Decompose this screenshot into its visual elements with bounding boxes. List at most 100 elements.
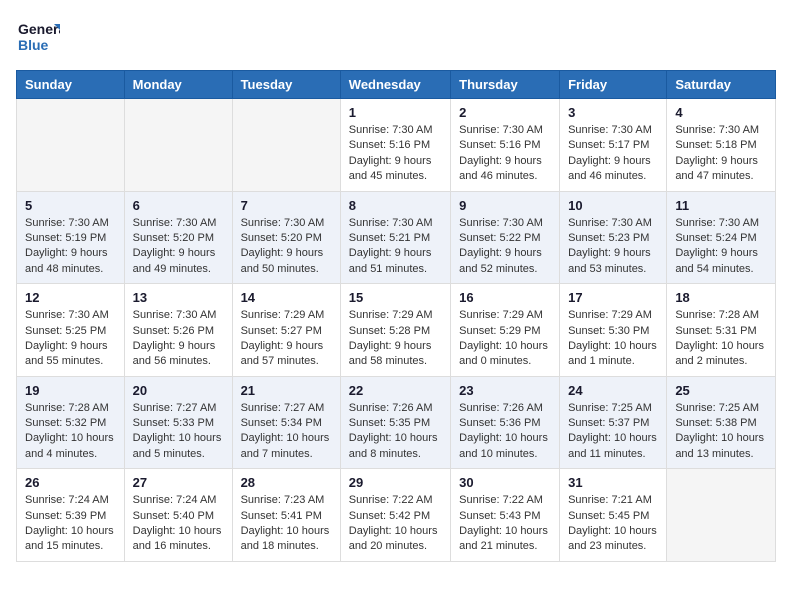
col-thursday: Thursday <box>451 71 560 99</box>
day-number: 20 <box>133 383 224 398</box>
table-row: 7 Sunrise: 7:30 AM Sunset: 5:20 PM Daylig… <box>232 191 340 284</box>
day-info: Sunrise: 7:29 AM Sunset: 5:28 PM Dayligh… <box>349 308 442 370</box>
day-info: Sunrise: 7:30 AM Sunset: 5:24 PM Dayligh… <box>675 216 767 278</box>
day-number: 4 <box>675 105 767 120</box>
table-row <box>17 99 125 192</box>
table-row: 30 Sunrise: 7:22 AM Sunset: 5:43 PM Dayli… <box>451 469 560 562</box>
day-number: 14 <box>241 290 332 305</box>
day-info: Sunrise: 7:25 AM Sunset: 5:37 PM Dayligh… <box>568 401 658 463</box>
day-info: Sunrise: 7:25 AM Sunset: 5:38 PM Dayligh… <box>675 401 767 463</box>
table-row: 16 Sunrise: 7:29 AM Sunset: 5:29 PM Dayli… <box>451 284 560 377</box>
day-number: 3 <box>568 105 658 120</box>
table-row <box>232 99 340 192</box>
table-row: 9 Sunrise: 7:30 AM Sunset: 5:22 PM Daylig… <box>451 191 560 284</box>
svg-text:General: General <box>18 21 60 37</box>
logo: General Blue <box>16 16 60 60</box>
calendar-week-3: 12 Sunrise: 7:30 AM Sunset: 5:25 PM Dayli… <box>17 284 776 377</box>
table-row: 6 Sunrise: 7:30 AM Sunset: 5:20 PM Daylig… <box>124 191 232 284</box>
table-row: 21 Sunrise: 7:27 AM Sunset: 5:34 PM Dayli… <box>232 376 340 469</box>
day-number: 28 <box>241 475 332 490</box>
day-number: 9 <box>459 198 551 213</box>
table-row: 28 Sunrise: 7:23 AM Sunset: 5:41 PM Dayli… <box>232 469 340 562</box>
day-info: Sunrise: 7:30 AM Sunset: 5:26 PM Dayligh… <box>133 308 224 370</box>
day-info: Sunrise: 7:30 AM Sunset: 5:17 PM Dayligh… <box>568 123 658 185</box>
table-row: 13Sunrise: 7:30 AM Sunset: 5:26 PM Dayli… <box>124 284 232 377</box>
day-info: Sunrise: 7:27 AM Sunset: 5:33 PM Dayligh… <box>133 401 224 463</box>
day-number: 16 <box>459 290 551 305</box>
table-row: 22 Sunrise: 7:26 AM Sunset: 5:35 PM Dayli… <box>340 376 450 469</box>
day-number: 29 <box>349 475 442 490</box>
day-info: Sunrise: 7:30 AM Sunset: 5:16 PM Dayligh… <box>459 123 551 185</box>
day-number: 26 <box>25 475 116 490</box>
day-info: Sunrise: 7:30 AM Sunset: 5:19 PM Dayligh… <box>25 216 116 278</box>
table-row: 26 Sunrise: 7:24 AM Sunset: 5:39 PM Dayli… <box>17 469 125 562</box>
day-info: Sunrise: 7:30 AM Sunset: 5:22 PM Dayligh… <box>459 216 551 278</box>
table-row: 14 Sunrise: 7:29 AM Sunset: 5:27 PM Dayli… <box>232 284 340 377</box>
col-sunday: Sunday <box>17 71 125 99</box>
day-number: 18 <box>675 290 767 305</box>
day-number: 24 <box>568 383 658 398</box>
table-row: 19 Sunrise: 7:28 AM Sunset: 5:32 PM Dayli… <box>17 376 125 469</box>
day-number: 19 <box>25 383 116 398</box>
col-saturday: Saturday <box>667 71 776 99</box>
day-info: Sunrise: 7:22 AM Sunset: 5:43 PM Dayligh… <box>459 493 551 555</box>
day-info: Sunrise: 7:28 AM Sunset: 5:31 PM Dayligh… <box>675 308 767 370</box>
day-info: Sunrise: 7:26 AM Sunset: 5:35 PM Dayligh… <box>349 401 442 463</box>
day-info: Sunrise: 7:29 AM Sunset: 5:30 PM Dayligh… <box>568 308 658 370</box>
day-info: Sunrise: 7:30 AM Sunset: 5:16 PM Dayligh… <box>349 123 442 185</box>
table-row: 27 Sunrise: 7:24 AM Sunset: 5:40 PM Dayli… <box>124 469 232 562</box>
col-tuesday: Tuesday <box>232 71 340 99</box>
day-info: Sunrise: 7:30 AM Sunset: 5:20 PM Dayligh… <box>133 216 224 278</box>
day-number: 31 <box>568 475 658 490</box>
calendar-week-1: 1 Sunrise: 7:30 AM Sunset: 5:16 PM Daylig… <box>17 99 776 192</box>
calendar-week-2: 5 Sunrise: 7:30 AM Sunset: 5:19 PM Daylig… <box>17 191 776 284</box>
page-header: General Blue <box>16 16 776 60</box>
day-number: 21 <box>241 383 332 398</box>
day-number: 23 <box>459 383 551 398</box>
day-number: 8 <box>349 198 442 213</box>
day-number: 1 <box>349 105 442 120</box>
table-row: 31 Sunrise: 7:21 AM Sunset: 5:45 PM Dayli… <box>560 469 667 562</box>
day-number: 2 <box>459 105 551 120</box>
calendar-table: Sunday Monday Tuesday Wednesday Thursday… <box>16 70 776 562</box>
day-info: Sunrise: 7:24 AM Sunset: 5:39 PM Dayligh… <box>25 493 116 555</box>
table-row: 1 Sunrise: 7:30 AM Sunset: 5:16 PM Daylig… <box>340 99 450 192</box>
day-info: Sunrise: 7:30 AM Sunset: 5:18 PM Dayligh… <box>675 123 767 185</box>
day-number: 12 <box>25 290 116 305</box>
logo-icon: General Blue <box>16 16 60 60</box>
day-number: 22 <box>349 383 442 398</box>
day-info: Sunrise: 7:21 AM Sunset: 5:45 PM Dayligh… <box>568 493 658 555</box>
day-info: Sunrise: 7:27 AM Sunset: 5:34 PM Dayligh… <box>241 401 332 463</box>
day-number: 7 <box>241 198 332 213</box>
table-row: 25 Sunrise: 7:25 AM Sunset: 5:38 PM Dayli… <box>667 376 776 469</box>
table-row: 17 Sunrise: 7:29 AM Sunset: 5:30 PM Dayli… <box>560 284 667 377</box>
day-info: Sunrise: 7:23 AM Sunset: 5:41 PM Dayligh… <box>241 493 332 555</box>
table-row: 2 Sunrise: 7:30 AM Sunset: 5:16 PM Daylig… <box>451 99 560 192</box>
table-row <box>667 469 776 562</box>
table-row: 15Sunrise: 7:29 AM Sunset: 5:28 PM Dayli… <box>340 284 450 377</box>
day-info: Sunrise: 7:28 AM Sunset: 5:32 PM Dayligh… <box>25 401 116 463</box>
day-info: Sunrise: 7:30 AM Sunset: 5:23 PM Dayligh… <box>568 216 658 278</box>
table-row <box>124 99 232 192</box>
table-row: 8 Sunrise: 7:30 AM Sunset: 5:21 PM Daylig… <box>340 191 450 284</box>
day-info: Sunrise: 7:30 AM Sunset: 5:20 PM Dayligh… <box>241 216 332 278</box>
col-wednesday: Wednesday <box>340 71 450 99</box>
day-number: 6 <box>133 198 224 213</box>
table-row: 24 Sunrise: 7:25 AM Sunset: 5:37 PM Dayli… <box>560 376 667 469</box>
table-row: 29Sunrise: 7:22 AM Sunset: 5:42 PM Dayli… <box>340 469 450 562</box>
day-number: 17 <box>568 290 658 305</box>
day-info: Sunrise: 7:26 AM Sunset: 5:36 PM Dayligh… <box>459 401 551 463</box>
day-info: Sunrise: 7:29 AM Sunset: 5:29 PM Dayligh… <box>459 308 551 370</box>
day-number: 30 <box>459 475 551 490</box>
day-number: 5 <box>25 198 116 213</box>
day-info: Sunrise: 7:24 AM Sunset: 5:40 PM Dayligh… <box>133 493 224 555</box>
calendar-header-row: Sunday Monday Tuesday Wednesday Thursday… <box>17 71 776 99</box>
table-row: 12 Sunrise: 7:30 AM Sunset: 5:25 PM Dayli… <box>17 284 125 377</box>
day-number: 25 <box>675 383 767 398</box>
day-info: Sunrise: 7:30 AM Sunset: 5:21 PM Dayligh… <box>349 216 442 278</box>
table-row: 10Sunrise: 7:30 AM Sunset: 5:23 PM Dayli… <box>560 191 667 284</box>
day-info: Sunrise: 7:29 AM Sunset: 5:27 PM Dayligh… <box>241 308 332 370</box>
day-number: 27 <box>133 475 224 490</box>
day-info: Sunrise: 7:30 AM Sunset: 5:25 PM Dayligh… <box>25 308 116 370</box>
day-number: 11 <box>675 198 767 213</box>
